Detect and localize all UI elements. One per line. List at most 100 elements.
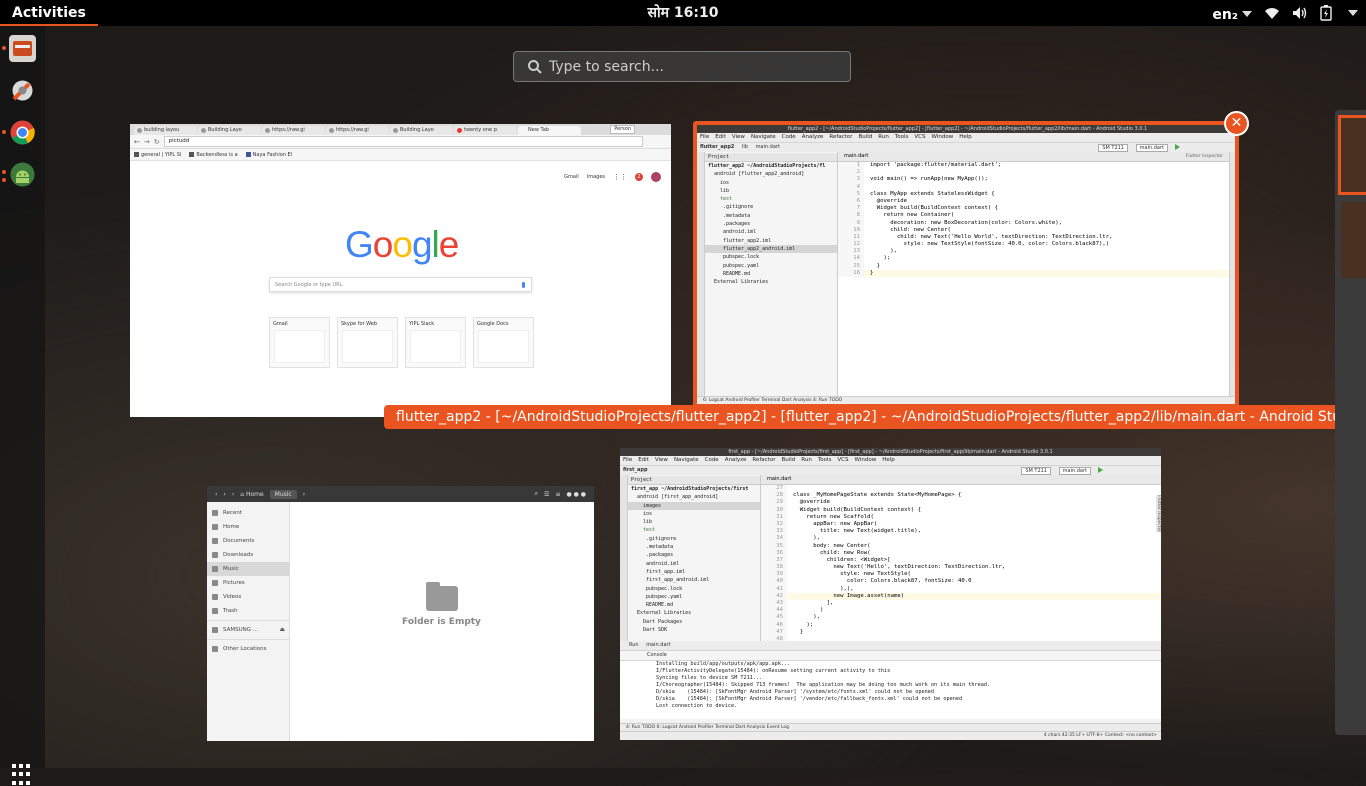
code-line[interactable]: 37 children: <Widget>[ xyxy=(761,556,1161,565)
tree-item[interactable]: .metadata xyxy=(628,543,760,551)
profile-button[interactable]: Person xyxy=(610,125,635,134)
language-indicator[interactable]: en₂ xyxy=(1212,4,1252,23)
code-line[interactable]: 35 body: new Center( xyxy=(761,542,1161,550)
tree-item[interactable]: Dart SDK xyxy=(628,626,760,634)
code-line[interactable]: 32 appBar: new AppBar( xyxy=(761,520,1161,529)
code-line[interactable]: 34 ), xyxy=(761,535,1161,543)
project-header[interactable]: Project xyxy=(628,476,760,485)
tree-item[interactable]: .gitignore xyxy=(628,535,760,543)
forward-icon[interactable]: → xyxy=(144,138,150,146)
bookmark-item[interactable]: general | YIPL Sl xyxy=(134,151,181,158)
code-line[interactable]: 42 new Image.asset(name) xyxy=(761,592,1161,600)
path-home[interactable]: ⌂ Home xyxy=(240,491,263,498)
code-line[interactable]: 47 } xyxy=(761,628,1161,636)
search-icon[interactable]: ⌕ xyxy=(535,490,538,498)
reload-icon[interactable]: ↻ xyxy=(154,138,160,146)
menu-item[interactable]: Code xyxy=(705,456,719,465)
menu-item[interactable]: File xyxy=(623,456,632,465)
code-line[interactable]: 41 ),), xyxy=(761,585,1161,593)
eject-icon[interactable]: ⏏ xyxy=(280,623,285,637)
apps-grid-icon[interactable]: ⋮⋮ xyxy=(613,173,627,181)
code-line[interactable]: 46 ); xyxy=(761,621,1161,629)
show-applications-icon[interactable] xyxy=(12,764,34,786)
editor-tab[interactable]: main.dart xyxy=(761,475,1161,485)
android-studio-icon[interactable] xyxy=(9,161,36,188)
tree-item[interactable]: Dart Packages xyxy=(628,618,760,626)
sidebar-item-recent[interactable]: Recent xyxy=(207,506,289,520)
activities-button[interactable]: Activities xyxy=(0,0,98,26)
microphone-icon[interactable] xyxy=(522,282,525,288)
code-line[interactable]: 40 color: Colors.black87, fontSize: 40.0 xyxy=(761,578,1161,586)
path-left-icon[interactable]: ‹ xyxy=(232,491,234,498)
wifi-icon[interactable] xyxy=(1264,6,1280,20)
tree-item[interactable]: lib xyxy=(628,518,760,526)
images-link[interactable]: Images xyxy=(587,174,605,180)
code-line[interactable]: 36 child: new Row( xyxy=(761,549,1161,557)
console-tab[interactable]: Console xyxy=(647,652,667,658)
tree-item-selected[interactable]: images xyxy=(628,501,760,510)
menu-item[interactable]: Build xyxy=(781,456,795,465)
tree-item[interactable]: External Libraries xyxy=(628,609,760,617)
menu-item[interactable]: VCS xyxy=(837,456,848,465)
browser-tab[interactable]: building layou xyxy=(134,126,197,135)
clock-label[interactable]: सोम 16:10 xyxy=(648,5,719,21)
sidebar-item-downloads[interactable]: Downloads xyxy=(207,548,289,562)
battery-icon[interactable] xyxy=(1320,5,1332,21)
browser-tab[interactable]: https://raw.gi xyxy=(326,126,389,135)
path-current[interactable]: Music xyxy=(269,489,297,499)
sidebar-item-documents[interactable]: Documents xyxy=(207,534,289,548)
code-line[interactable]: 44 ) xyxy=(761,607,1161,615)
sidebar-item-trash[interactable]: Trash xyxy=(207,604,289,618)
shortcut-tile[interactable]: Gmail xyxy=(269,317,330,368)
close-window-icon[interactable]: ✕ xyxy=(1224,111,1249,136)
path-right-icon[interactable]: › xyxy=(303,491,305,498)
menu-item[interactable]: Analyze xyxy=(725,456,747,465)
browser-tab-active[interactable]: New Tab xyxy=(518,126,581,135)
browser-tab[interactable]: https://raw.gi xyxy=(262,126,325,135)
offscreen-window-thumbnail[interactable] xyxy=(1335,110,1366,735)
menu-item[interactable]: Help xyxy=(882,456,895,465)
shortcut-tile[interactable]: YIPL Slack xyxy=(405,317,466,368)
run-icon[interactable] xyxy=(1098,467,1103,473)
back-icon[interactable]: ‹ xyxy=(215,491,217,498)
menu-item[interactable]: Navigate xyxy=(674,456,699,465)
shortcut-tile[interactable]: Skype for Web xyxy=(337,317,398,368)
google-search-input[interactable]: Search Google or type URL xyxy=(269,277,532,292)
sidebar-item-pictures[interactable]: Pictures xyxy=(207,576,289,590)
code-line[interactable]: 39 style: new TextStyle( xyxy=(761,571,1161,579)
browser-tab[interactable]: Building Layo xyxy=(198,126,261,135)
tree-item[interactable]: pubspec.lock xyxy=(628,585,760,593)
tree-item[interactable]: first_app_android.iml xyxy=(628,576,760,584)
code-line[interactable]: 27 xyxy=(761,485,1161,493)
sidebar-item-samsung[interactable]: SAMSUNG ... ⏏ xyxy=(207,623,289,637)
code-line[interactable]: 33 title: new Text(widget.title), xyxy=(761,528,1161,536)
sidebar-item-other-locations[interactable]: Other Locations xyxy=(207,642,289,656)
menu-item[interactable]: Refactor xyxy=(752,456,775,465)
tree-item[interactable]: test xyxy=(628,526,760,534)
tree-item[interactable]: .packages xyxy=(628,551,760,559)
shortcut-tile[interactable]: Google Docs xyxy=(473,317,534,368)
notification-badge[interactable]: 2 xyxy=(635,173,643,181)
code-line[interactable]: 28 class _MyHomePageState extends State<M… xyxy=(761,492,1161,500)
view-options-icon[interactable]: ☰ xyxy=(544,491,549,498)
tree-item[interactable]: pubspec.yaml xyxy=(628,593,760,601)
code-line[interactable]: 43 ], xyxy=(761,600,1161,608)
run-config-selector[interactable]: main.dart xyxy=(1058,467,1091,475)
tree-item[interactable]: ios xyxy=(628,510,760,518)
back-icon[interactable]: ← xyxy=(134,138,140,146)
bookmark-item[interactable]: Backendless is a xyxy=(189,151,238,158)
gmail-link[interactable]: Gmail xyxy=(564,174,579,180)
tree-item[interactable]: first_app ~/AndroidStudioProjects/first xyxy=(628,485,760,493)
run-label[interactable]: Run xyxy=(629,642,639,648)
menu-item[interactable]: Run xyxy=(801,456,812,465)
android-studio-window-thumbnail[interactable]: first_app - [~/AndroidStudioProjects/fir… xyxy=(620,448,1161,740)
code-line[interactable]: 29 @override xyxy=(761,499,1161,507)
files-window-thumbnail[interactable]: ‹ › ‹ ⌂ Home Music › ⌕ ☰ ≡ ● ● ● Recent … xyxy=(207,486,594,741)
device-selector[interactable]: SM T211 xyxy=(1021,467,1051,475)
bookmark-item[interactable]: Naya Fashion El xyxy=(245,151,292,158)
code-line[interactable]: 30 Widget build(BuildContext context) { xyxy=(761,506,1161,514)
run-config-tab[interactable]: main.dart xyxy=(646,642,670,648)
chrome-icon[interactable] xyxy=(9,119,36,146)
search-input[interactable] xyxy=(543,58,850,75)
tree-item[interactable]: android [first_app_android] xyxy=(628,493,760,501)
